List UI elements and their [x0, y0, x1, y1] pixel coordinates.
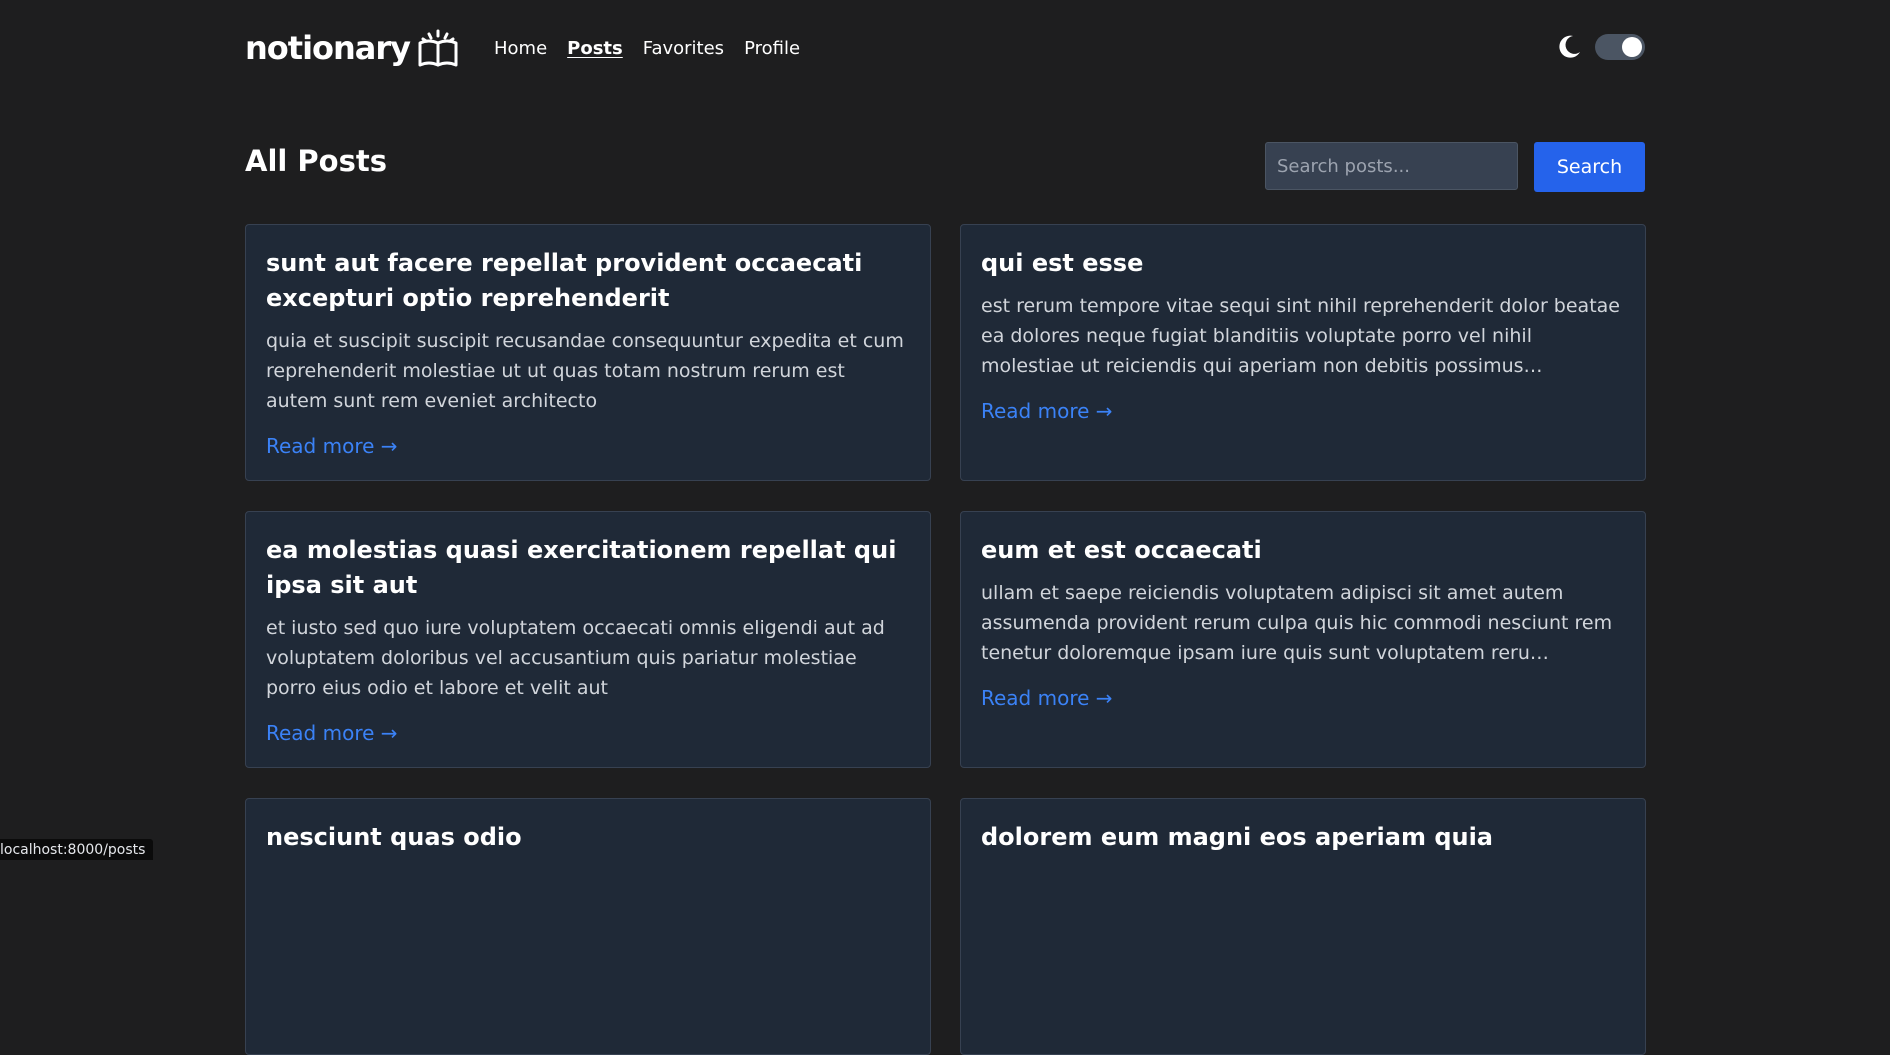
post-card: qui est esse est rerum tempore vitae seq… [960, 224, 1646, 481]
post-excerpt: quia et suscipit suscipit recusandae con… [266, 326, 910, 416]
posts-grid: sunt aut facere repellat provident occae… [245, 224, 1645, 1055]
app-container: notionary Home Posts Favorites Profile [245, 0, 1645, 1055]
post-card: eum et est occaecati ullam et saepe reic… [960, 511, 1646, 768]
search-input[interactable] [1265, 142, 1518, 190]
logo[interactable]: notionary [245, 27, 460, 69]
post-title: eum et est occaecati [981, 533, 1625, 568]
nav-profile[interactable]: Profile [744, 37, 800, 61]
post-title: qui est esse [981, 246, 1625, 281]
nav-home[interactable]: Home [494, 37, 547, 61]
post-title: dolorem eum magni eos aperiam quia [981, 820, 1625, 855]
logo-text: notionary [245, 28, 410, 68]
post-excerpt: est rerum tempore vitae sequi sint nihil… [981, 291, 1625, 381]
post-card: ea molestias quasi exercitationem repell… [245, 511, 931, 768]
nav-favorites[interactable]: Favorites [643, 37, 724, 61]
search-form: Search [1265, 142, 1645, 192]
page-title: All Posts [245, 142, 387, 180]
read-more-link[interactable]: Read more → [266, 721, 398, 745]
post-card: dolorem eum magni eos aperiam quia [960, 798, 1646, 1055]
dark-mode-toggle[interactable] [1595, 34, 1645, 60]
read-more-link[interactable]: Read more → [981, 399, 1113, 423]
read-more-link[interactable]: Read more → [266, 434, 398, 458]
post-title: ea molestias quasi exercitationem repell… [266, 533, 910, 603]
post-excerpt: et iusto sed quo iure voluptatem occaeca… [266, 613, 910, 703]
page-header: All Posts Search [245, 98, 1645, 224]
nav-posts[interactable]: Posts [567, 37, 623, 61]
moon-icon [1555, 33, 1583, 61]
search-button[interactable]: Search [1534, 142, 1645, 192]
read-more-link[interactable]: Read more → [981, 686, 1113, 710]
main-nav: Home Posts Favorites Profile [494, 37, 800, 61]
top-header: notionary Home Posts Favorites Profile [245, 0, 1645, 98]
post-excerpt: ullam et saepe reiciendis voluptatem adi… [981, 578, 1625, 668]
post-title: nesciunt quas odio [266, 820, 910, 855]
post-card: nesciunt quas odio [245, 798, 931, 1055]
status-bar-url: localhost:8000/posts [0, 839, 153, 860]
post-card: sunt aut facere repellat provident occae… [245, 224, 931, 481]
open-book-icon [416, 27, 460, 69]
post-title: sunt aut facere repellat provident occae… [266, 246, 910, 316]
toggle-knob [1622, 37, 1642, 57]
theme-controls [1555, 33, 1645, 61]
